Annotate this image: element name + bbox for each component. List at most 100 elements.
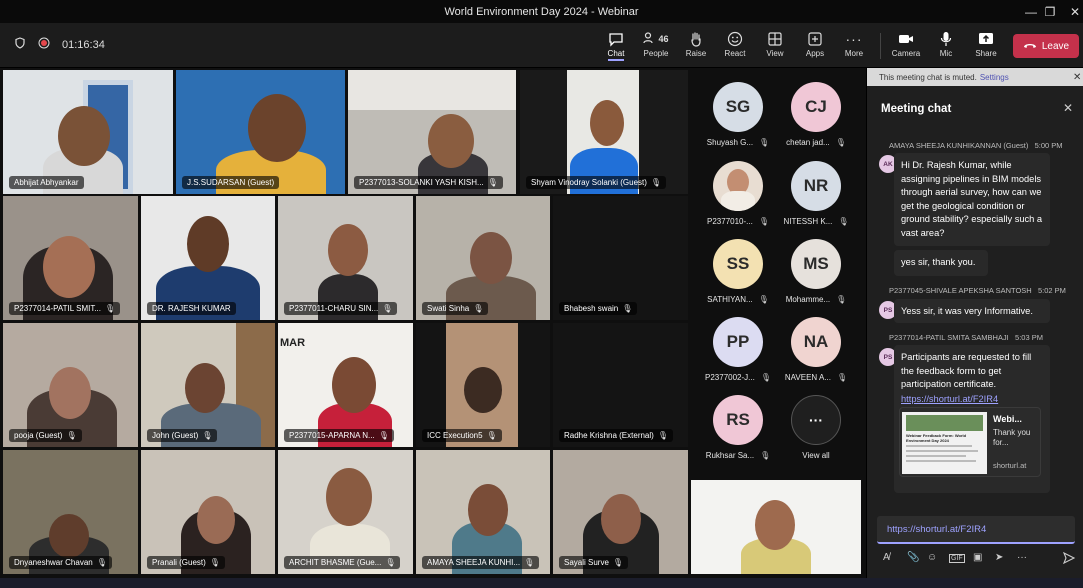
- background-logo: MAR: [280, 337, 306, 349]
- video-tile[interactable]: MAR P2377015-APARNA N... 🎙: [278, 323, 413, 447]
- format-icon[interactable]: A̸: [883, 552, 890, 563]
- participant-roster: SG Shuyash G... 🎙 CJ chetan jad... 🎙 P2377…: [690, 68, 866, 478]
- gif-icon[interactable]: GIF: [949, 554, 965, 563]
- mic-muted-icon: 🎙: [385, 558, 396, 567]
- participant-name: Swati Sinha 🎙: [422, 302, 489, 315]
- video-tile[interactable]: pooja (Guest) 🎙: [3, 323, 138, 447]
- video-tile[interactable]: ICC Execution5 🎙: [416, 323, 550, 447]
- people-button[interactable]: 46 People: [636, 29, 676, 63]
- share-button[interactable]: Share: [966, 29, 1006, 63]
- video-tile[interactable]: Bhabesh swain 🎙: [553, 196, 688, 320]
- roster-participant[interactable]: SG Shuyash G... 🎙: [698, 82, 778, 160]
- mic-muted-icon: 🎙: [836, 373, 848, 382]
- avatar: NR: [791, 161, 841, 211]
- apps-button[interactable]: Apps: [795, 29, 835, 63]
- mic-muted-icon: 🎙: [524, 558, 535, 567]
- video-tile[interactable]: Pranali (Guest) 🎙: [141, 450, 275, 574]
- participant-name: Bhabesh swain 🎙: [559, 302, 638, 315]
- roster-participant[interactable]: RS Rukhsar Sa... 🎙: [698, 395, 778, 473]
- video-tile[interactable]: Abhijat Abhyankar: [3, 70, 173, 194]
- video-tile[interactable]: John (Guest) 🎙: [141, 323, 275, 447]
- mic-muted-icon: 🎙: [382, 304, 393, 313]
- chat-compose-box[interactable]: https://shorturl.at/F2IR4: [877, 516, 1075, 544]
- mic-muted-icon: 🎙: [759, 138, 770, 147]
- video-tile[interactable]: Dnyaneshwar Chavan 🎙: [3, 450, 138, 574]
- participant-name: Pranali (Guest) 🎙: [147, 556, 225, 569]
- feedback-link[interactable]: https://shorturl.at/F2IR4: [901, 393, 1043, 407]
- message-header: P2377045-SHIVALE APEKSHA SANTOSH 5:02 PM: [889, 286, 1066, 295]
- mic-muted-icon: 🎙: [209, 558, 220, 567]
- close-icon[interactable]: ✕: [1073, 72, 1081, 83]
- mic-muted-icon: 🎙: [473, 304, 484, 313]
- video-tile[interactable]: P2377014-PATIL SMIT... 🎙: [3, 196, 138, 320]
- more-options-icon[interactable]: ···: [1017, 552, 1027, 563]
- mic-button[interactable]: Mic: [926, 29, 966, 63]
- camera-button[interactable]: Camera: [886, 29, 926, 63]
- plus-square-icon: [808, 29, 822, 49]
- video-tile[interactable]: J.S.SUDARSAN (Guest): [176, 70, 345, 194]
- preview-title: Webi...: [993, 414, 1022, 424]
- loop-icon[interactable]: ➤: [995, 552, 1003, 563]
- mic-muted-icon: 🎙: [657, 431, 668, 440]
- participant-name: J.S.SUDARSAN (Guest): [182, 176, 280, 189]
- participant-name: pooja (Guest) 🎙: [9, 429, 82, 442]
- roster-participant[interactable]: SS SATHIYAN... 🎙: [698, 239, 778, 317]
- mic-muted-icon: 🎙: [622, 304, 633, 313]
- microphone-icon: [940, 29, 952, 49]
- people-count: 46: [658, 34, 669, 44]
- leave-button[interactable]: Leave: [1013, 34, 1079, 58]
- self-view-video[interactable]: [691, 480, 861, 574]
- sticker-icon[interactable]: ▣: [973, 552, 982, 563]
- participant-name: Dnyaneshwar Chavan 🎙: [9, 556, 112, 569]
- grid-view-icon: [768, 29, 782, 49]
- roster-participant[interactable]: NR NITESSH K... 🎙: [776, 161, 856, 239]
- roster-participant[interactable]: MS Mohamme... 🎙: [776, 239, 856, 317]
- meeting-timer: 01:16:34: [62, 38, 105, 51]
- message-header: P2377014-PATIL SMITA SAMBHAJI 5:03 PM: [889, 333, 1043, 342]
- mic-muted-icon: 🎙: [760, 451, 771, 460]
- video-tile[interactable]: Sayali Surve 🎙: [553, 450, 688, 574]
- roster-participant[interactable]: P2377010-... 🎙: [698, 161, 778, 239]
- settings-link[interactable]: Settings: [980, 73, 1009, 82]
- raise-hand-button[interactable]: Raise: [676, 29, 716, 63]
- mic-muted-icon: 🎙: [105, 304, 116, 313]
- video-tile[interactable]: AMAYA SHEEJA KUNHI... 🎙: [416, 450, 550, 574]
- video-tile[interactable]: P2377011-CHARU SIN... 🎙: [278, 196, 413, 320]
- view-button[interactable]: View: [755, 29, 795, 63]
- mic-muted-icon: 🎙: [487, 178, 498, 187]
- attach-icon[interactable]: 📎: [907, 552, 919, 563]
- avatar: SS: [713, 239, 763, 289]
- close-window-button[interactable]: ✕: [1058, 0, 1083, 23]
- video-tile[interactable]: Swati Sinha 🎙: [416, 196, 550, 320]
- roster-participant[interactable]: CJ chetan jad... 🎙: [776, 82, 856, 160]
- preview-source: shorturl.at: [993, 461, 1027, 470]
- avatar: PP: [713, 317, 763, 367]
- mic-muted-icon: 🎙: [378, 431, 389, 440]
- roster-participant[interactable]: NA NAVEEN A... 🎙: [776, 317, 856, 395]
- view-all-button[interactable]: ··· View all: [776, 395, 856, 473]
- chat-button[interactable]: Chat: [596, 29, 636, 63]
- react-button[interactable]: React: [715, 29, 755, 63]
- avatar-photo: [713, 161, 763, 211]
- send-icon[interactable]: [1062, 551, 1076, 567]
- more-button[interactable]: ··· More: [834, 29, 874, 63]
- video-tile[interactable]: ARCHIT BHASME (Gue... 🎙: [278, 450, 413, 574]
- close-chat-icon[interactable]: ✕: [1063, 101, 1073, 115]
- ellipsis-icon: ···: [791, 395, 841, 445]
- os-taskbar: [0, 578, 1083, 588]
- mic-muted-icon: 🎙: [66, 431, 77, 440]
- participant-name: John (Guest) 🎙: [147, 429, 218, 442]
- video-tile[interactable]: P2377013-SOLANKI YASH KISH... 🎙: [348, 70, 516, 194]
- participant-name: Abhijat Abhyankar: [9, 176, 84, 189]
- chat-muted-banner: This meeting chat is muted. Settings ✕: [867, 68, 1083, 86]
- video-tile[interactable]: DR. RAJESH KUMAR: [141, 196, 275, 320]
- link-preview-card[interactable]: Webinar Feedback Form: World Environment…: [899, 407, 1041, 477]
- meeting-chat-panel: This meeting chat is muted. Settings ✕ M…: [866, 68, 1083, 578]
- emoji-icon[interactable]: ☺: [927, 552, 937, 563]
- video-tile[interactable]: Shyam Vinodray Solanki (Guest) 🎙: [520, 70, 688, 194]
- roster-participant[interactable]: PP P2377002-J... 🎙: [698, 317, 778, 395]
- thumbnail-title: Webinar Feedback Form: World Environment…: [906, 433, 967, 443]
- video-tile[interactable]: Radhe Krishna (External) 🎙: [553, 323, 688, 447]
- participant-name: AMAYA SHEEJA KUNHI... 🎙: [422, 556, 540, 569]
- participant-name: Shyam Vinodray Solanki (Guest) 🎙: [526, 176, 667, 189]
